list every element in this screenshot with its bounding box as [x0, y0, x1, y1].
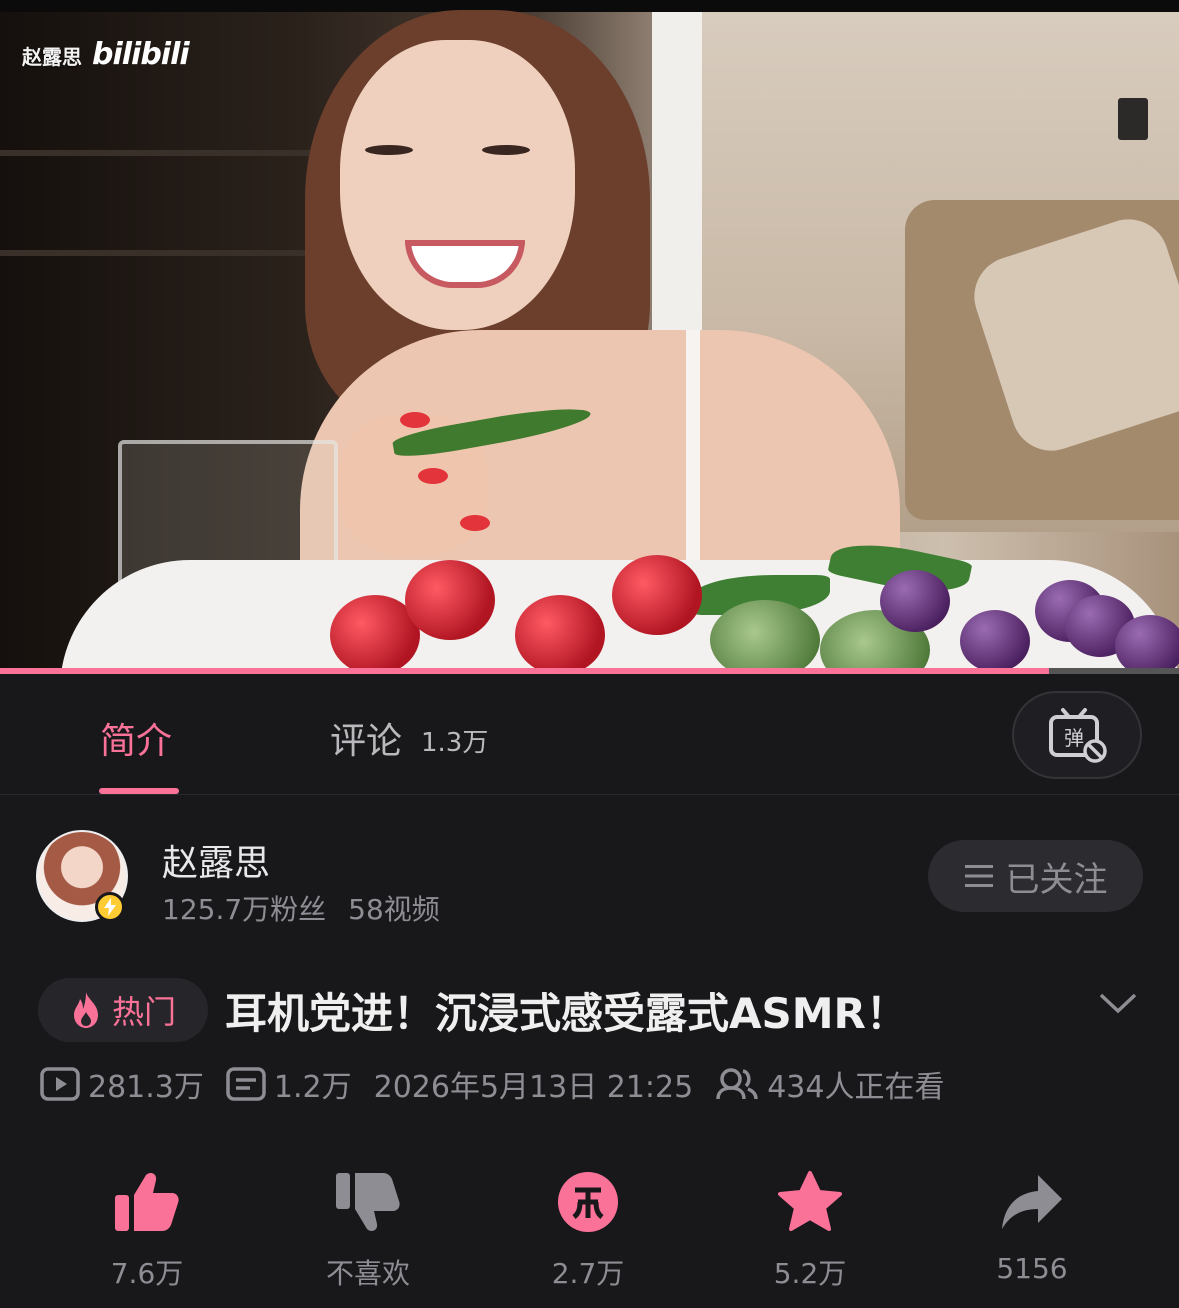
watermark-name: 赵露思: [22, 45, 82, 69]
cabbage: [710, 600, 820, 674]
tab-comments[interactable]: 评论: [330, 712, 402, 764]
tab-active-indicator: [99, 788, 179, 794]
share-button[interactable]: 5156: [957, 1160, 1107, 1285]
video-player[interactable]: 赵露思 bilibili: [0, 0, 1179, 674]
person-eye: [482, 145, 530, 155]
flame-icon: [73, 992, 98, 1028]
share-count: 5156: [996, 1252, 1068, 1285]
danmaku-count: 1.2万: [273, 1070, 352, 1105]
svg-text:弹: 弹: [1064, 726, 1084, 750]
like-count: 7.6万: [110, 1257, 184, 1290]
person-eye: [365, 145, 413, 155]
video-count: 58视频: [348, 893, 440, 926]
favorite-button[interactable]: 5.2万: [735, 1160, 885, 1292]
like-button[interactable]: 7.6万: [72, 1160, 222, 1292]
publish-date: 2026年5月13日 21:25: [373, 1070, 694, 1105]
nail: [418, 468, 448, 484]
radish: [612, 555, 702, 635]
watching-stat: 434人正在看: [715, 1062, 944, 1106]
coin-count: 2.7万: [551, 1257, 625, 1290]
eggplant: [960, 610, 1030, 672]
danmaku-off-icon: 弹: [1049, 708, 1107, 763]
comments-count[interactable]: 1.3万: [421, 722, 488, 759]
share-icon: [1002, 1175, 1062, 1229]
video-title: 耳机党进！沉浸式感受露式ASMR！: [225, 989, 908, 1038]
action-bar: 7.6万 不喜欢 2.7万 5.2万 5156: [0, 1160, 1179, 1290]
followed-button[interactable]: 已关注: [928, 840, 1143, 912]
uploader-name[interactable]: 赵露思: [162, 834, 270, 886]
verified-badge-icon: [95, 892, 125, 922]
bilibili-logo: bilibili: [92, 37, 190, 72]
views-count: 281.3万: [88, 1070, 204, 1105]
radish: [515, 595, 605, 674]
chevron-down-icon[interactable]: [1098, 990, 1138, 1020]
watching-count: 434人正在看: [767, 1070, 945, 1105]
uploader-stats: 125.7万粉丝 58视频: [162, 888, 440, 928]
coin-button[interactable]: 2.7万: [513, 1160, 663, 1292]
views-stat: 281.3万: [40, 1062, 204, 1106]
eggplant: [880, 570, 950, 632]
video-watermark: 赵露思 bilibili: [22, 37, 190, 72]
follow-label: 已关注: [1005, 859, 1108, 900]
person-strap: [686, 330, 700, 590]
coin-icon: [558, 1172, 618, 1232]
people-icon: [716, 1068, 758, 1100]
danmaku-count-icon: [226, 1067, 266, 1101]
video-meta: 281.3万 1.2万 2026年5月13日 21:25 434人正在看: [40, 1062, 944, 1106]
danmaku-stat: 1.2万: [226, 1062, 352, 1106]
fans-count: 125.7万粉丝: [162, 893, 327, 926]
background-door: [652, 12, 702, 332]
eggplant: [1115, 615, 1179, 674]
radish: [405, 560, 495, 640]
thumbs-up-icon: [115, 1172, 179, 1231]
wall-switch: [1118, 98, 1148, 140]
thumbs-down-icon: [336, 1173, 400, 1232]
video-top-bar: [0, 0, 1179, 12]
nail: [400, 412, 430, 428]
hot-badge[interactable]: 热门: [38, 978, 208, 1042]
nail: [460, 515, 490, 531]
tab-intro[interactable]: 简介: [100, 712, 172, 764]
dislike-label: 不喜欢: [325, 1257, 410, 1290]
tab-bar: 简介 评论 1.3万 弹: [0, 674, 1179, 795]
danmaku-toggle-button[interactable]: 弹: [1012, 691, 1142, 779]
star-icon: [778, 1171, 842, 1231]
play-count-icon: [40, 1067, 80, 1101]
favorite-count: 5.2万: [773, 1257, 847, 1290]
dislike-button[interactable]: 不喜欢: [293, 1160, 443, 1292]
hot-label: 热门: [111, 993, 176, 1031]
menu-icon: [964, 865, 993, 887]
uploader-section: 赵露思 125.7万粉丝 58视频 已关注: [0, 796, 1179, 946]
